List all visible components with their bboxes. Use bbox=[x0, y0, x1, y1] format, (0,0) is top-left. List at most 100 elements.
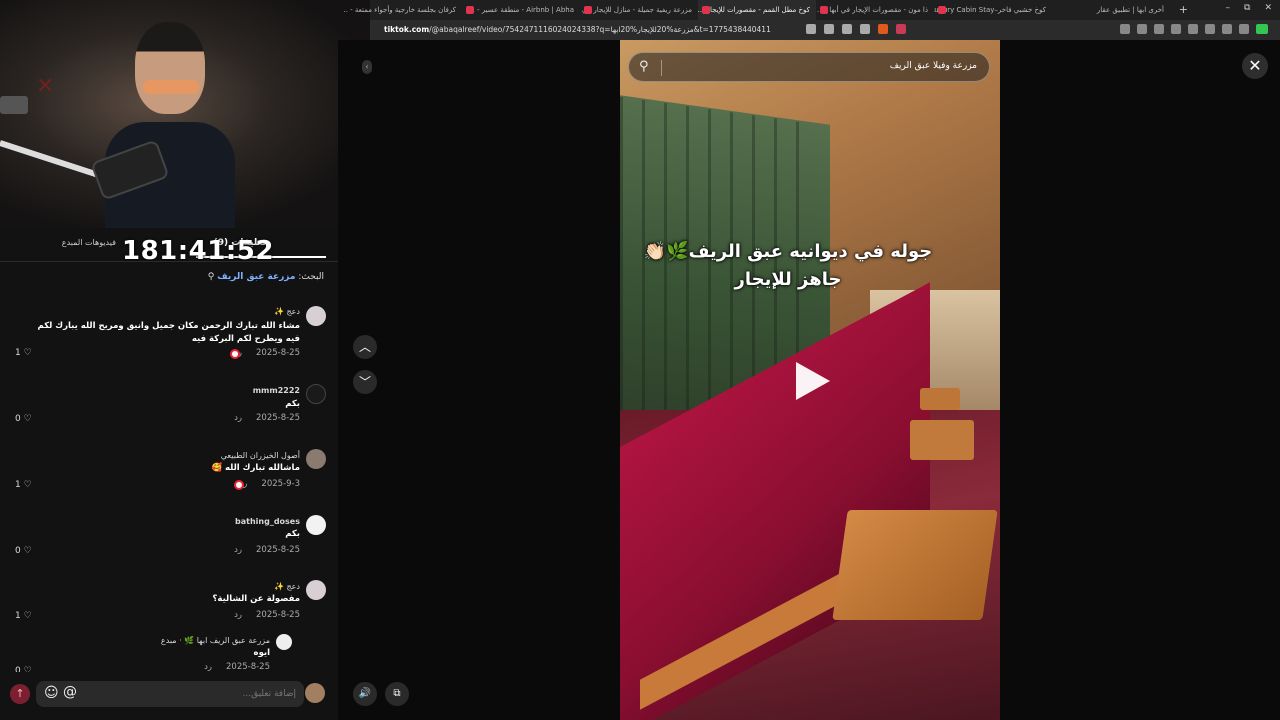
tab-title: أخرى ابها | تطبيق عقار bbox=[1096, 6, 1164, 14]
zoom-icon[interactable] bbox=[842, 24, 852, 34]
translate-icon[interactable] bbox=[806, 24, 816, 34]
tab-favicon-icon bbox=[584, 6, 592, 14]
search-suggestion[interactable]: البحث: مزرعة عبق الريف ⚲ bbox=[208, 272, 324, 282]
like-button[interactable]: 1 ♡ bbox=[15, 480, 32, 490]
install-icon[interactable] bbox=[824, 24, 834, 34]
comment-meta: 2025-8-25رد bbox=[234, 545, 300, 555]
heart-icon: ♡ bbox=[23, 611, 32, 621]
brave-rewards-icon[interactable] bbox=[896, 24, 906, 34]
reply-button[interactable]: رد bbox=[234, 545, 242, 555]
comment-meta: 2025-9-3رد bbox=[240, 479, 300, 489]
comment-text: ماشالله تبارك الله 🥰 bbox=[211, 463, 300, 473]
send-comment-button[interactable]: ↑ bbox=[10, 684, 30, 704]
extension-icon[interactable] bbox=[1239, 24, 1249, 34]
search-caret bbox=[661, 60, 662, 76]
heart-icon: ♡ bbox=[23, 480, 32, 490]
avatar[interactable] bbox=[306, 306, 326, 326]
minimize-button[interactable]: – bbox=[1226, 3, 1231, 13]
extension-icon[interactable] bbox=[1222, 24, 1232, 34]
picture-in-picture-icon: ⧉ bbox=[393, 688, 401, 699]
search-prefix: البحث: bbox=[298, 272, 324, 282]
comment-username[interactable]: مزرعة عبق الريف ابها 🌿 · مبدع bbox=[161, 636, 270, 645]
reply-button[interactable]: رد bbox=[204, 662, 212, 672]
comment-meta: 2025-8-25رد bbox=[234, 348, 300, 358]
tab-title: مزرعة ريفية جميلة - منازل للإيجار في ... bbox=[580, 6, 692, 14]
tab-favicon-icon bbox=[466, 6, 474, 14]
close-viewer-button[interactable]: ✕ bbox=[1242, 53, 1268, 79]
address-bar[interactable]: tiktok.com/@abaqalreef/video/75424711160… bbox=[370, 20, 1280, 40]
comment-meta: 2025-8-25رد bbox=[234, 413, 300, 423]
tab-title: كرفان بجلسة خارجية وأجواء ممتعة - ... bbox=[344, 6, 456, 14]
comment-date: 2025-9-3 bbox=[261, 479, 300, 489]
comment-username[interactable]: bathing_doses bbox=[235, 517, 300, 526]
arrow-up-icon: ↑ bbox=[15, 687, 25, 700]
browser-tab[interactable]: Airbnb | Abha - منطقة عسير - ... bbox=[462, 0, 580, 20]
creator-liked-badge bbox=[234, 480, 244, 490]
comment-username[interactable]: دعج ✨ bbox=[274, 307, 300, 316]
close-window-button[interactable]: ✕ bbox=[1264, 3, 1272, 13]
extension-icon[interactable] bbox=[1205, 24, 1215, 34]
comment-username[interactable]: mmm2222 bbox=[253, 386, 300, 395]
tab-title: Airbnb | Abha - منطقة عسير - ... bbox=[468, 6, 574, 14]
maximize-button[interactable]: ⧉ bbox=[1244, 3, 1250, 13]
user-avatar[interactable] bbox=[305, 683, 325, 703]
streamer-glasses bbox=[143, 80, 199, 94]
url-text[interactable]: tiktok.com/@abaqalreef/video/75424711160… bbox=[384, 25, 771, 34]
comment-username[interactable]: أصول الخيزران الطبيعي bbox=[221, 451, 300, 460]
comment-text: بكم bbox=[285, 529, 300, 539]
tab-favicon-icon bbox=[820, 6, 828, 14]
tab-creator-videos[interactable]: فيديوهات المبدع bbox=[62, 238, 116, 247]
wallet-icon[interactable] bbox=[1137, 24, 1147, 34]
emoji-icon[interactable]: ☺ bbox=[44, 685, 59, 701]
comment-composer: ↑ ☺ @ bbox=[0, 672, 338, 720]
browser-tab[interactable]: كوخ خشبي فاخر–Luxury Cabin Stay bbox=[934, 0, 1052, 20]
bookmarks-icon[interactable] bbox=[1171, 24, 1181, 34]
browser-tab[interactable]: أخرى ابها | تطبيق عقار bbox=[1052, 0, 1170, 20]
volume-button[interactable]: 🔊 bbox=[353, 682, 377, 706]
avatar[interactable] bbox=[276, 634, 292, 650]
comment-username[interactable]: دعج ✨ bbox=[274, 582, 300, 591]
avatar[interactable] bbox=[306, 384, 326, 404]
video-search-bar[interactable]: ⚲ مزرعة وفيلا عبق الريف bbox=[628, 52, 990, 82]
downloads-icon[interactable] bbox=[1120, 24, 1130, 34]
collapse-panel-button[interactable]: ‹ bbox=[362, 60, 372, 74]
like-count: 1 bbox=[15, 348, 21, 358]
sidebar-icon[interactable] bbox=[1154, 24, 1164, 34]
share-icon[interactable] bbox=[860, 24, 870, 34]
like-button[interactable]: 1 ♡ bbox=[15, 348, 32, 358]
play-icon[interactable] bbox=[796, 362, 830, 400]
browser-tab[interactable]: كرفان بجلسة خارجية وأجواء ممتعة - ... bbox=[344, 0, 462, 20]
media-icon[interactable] bbox=[1188, 24, 1198, 34]
avatar[interactable] bbox=[306, 515, 326, 535]
next-video-button[interactable]: ﹀ bbox=[353, 370, 377, 394]
new-tab-button[interactable]: + bbox=[1179, 3, 1188, 16]
streamer bbox=[105, 22, 235, 228]
extension-badge-icon[interactable] bbox=[1256, 24, 1268, 34]
webcam-feed: ✕ bbox=[0, 0, 370, 228]
browser-tab[interactable]: ذا مون - مقصورات الإيجار في أبها و... bbox=[816, 0, 934, 20]
tab-title: ذا مون - مقصورات الإيجار في أبها و... bbox=[817, 6, 928, 14]
avatar[interactable] bbox=[306, 449, 326, 469]
like-count: 0 bbox=[15, 546, 21, 556]
window-controls: – ⧉ ✕ bbox=[1226, 3, 1272, 13]
video-player[interactable]: جوله في ديوانيه عبق الريف🌿👏🏻 جاهز للإيجا… bbox=[620, 40, 1000, 720]
comment-date: 2025-8-25 bbox=[256, 610, 300, 620]
like-button[interactable]: 0 ♡ bbox=[15, 546, 32, 556]
search-icon[interactable]: ⚲ bbox=[639, 59, 649, 74]
reply-button[interactable]: رد bbox=[234, 413, 242, 423]
speaker-icon: 🔊 bbox=[358, 688, 372, 699]
search-query-link[interactable]: مزرعة عبق الريف bbox=[217, 272, 295, 282]
like-button[interactable]: 0 ♡ bbox=[15, 414, 32, 424]
browser-tab[interactable]: مزرعة ريفية جميلة - منازل للإيجار في ... bbox=[580, 0, 698, 20]
previous-video-button[interactable]: ︿ bbox=[353, 335, 377, 359]
reply-button[interactable]: رد bbox=[234, 610, 242, 620]
avatar[interactable] bbox=[306, 580, 326, 600]
like-button[interactable]: 1 ♡ bbox=[15, 611, 32, 621]
heart-icon: ♡ bbox=[23, 348, 32, 358]
browser-tab-active[interactable]: كوخ مطل القمم - مقصورات للإيجار ... bbox=[698, 0, 816, 20]
brave-shield-icon[interactable] bbox=[878, 24, 888, 34]
mention-button[interactable]: @ bbox=[63, 684, 77, 700]
like-count: 0 bbox=[15, 414, 21, 424]
search-text[interactable]: مزرعة وفيلا عبق الريف bbox=[890, 61, 977, 71]
pip-button[interactable]: ⧉ bbox=[385, 682, 409, 706]
